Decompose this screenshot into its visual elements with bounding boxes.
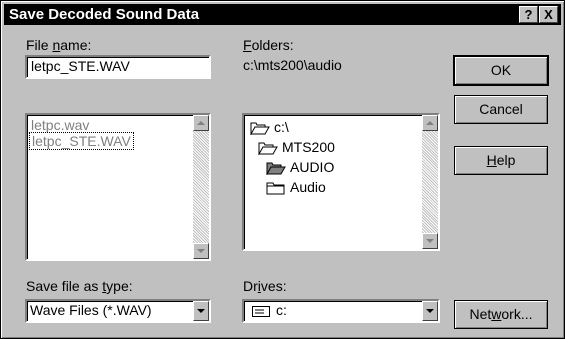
cancel-button[interactable]: Cancel — [454, 95, 548, 124]
folder-tree[interactable]: c:\ MTS200 AUDIO Audio — [242, 113, 440, 251]
folder-item-audio-sub[interactable]: Audio — [266, 179, 326, 195]
scroll-up-button[interactable] — [193, 115, 209, 131]
save-dialog: Save Decoded Sound Data ? X File name: l… — [0, 0, 565, 339]
closed-folder-icon — [266, 182, 285, 195]
current-folder-path: c:\mts200\audio — [243, 57, 342, 73]
folder-tree-scrollbar[interactable] — [422, 115, 438, 249]
close-button[interactable]: X — [539, 6, 558, 23]
folder-item-mts200[interactable]: MTS200 — [258, 139, 335, 156]
folder-item-root[interactable]: c:\ — [250, 119, 289, 136]
folders-label: Folders: — [243, 37, 294, 53]
open-folder-icon — [258, 142, 278, 156]
arrow-up-icon — [426, 121, 434, 125]
open-folder-icon — [250, 122, 270, 136]
save-type-value: Wave Files (*.WAV) — [30, 302, 152, 318]
file-list-scrollbar[interactable] — [193, 115, 209, 259]
filename-value: letpc_STE.WAV — [31, 58, 130, 74]
arrow-up-icon — [197, 121, 205, 125]
dialog-title: Save Decoded Sound Data — [9, 6, 200, 23]
help-glyph: ? — [524, 7, 533, 22]
help-title-button[interactable]: ? — [519, 6, 538, 23]
file-list-item-selected[interactable]: letpc_STE.WAV — [29, 132, 134, 150]
filename-label: File name: — [26, 37, 92, 53]
save-type-dropdown-button[interactable] — [193, 301, 209, 321]
title-bar: Save Decoded Sound Data ? X — [4, 4, 561, 25]
arrow-down-icon — [197, 249, 205, 253]
save-type-select[interactable]: Wave Files (*.WAV) — [25, 299, 211, 323]
network-button[interactable]: Network... — [454, 300, 548, 329]
filename-input[interactable]: letpc_STE.WAV — [25, 55, 211, 79]
ok-button[interactable]: OK — [453, 55, 549, 86]
scroll-up-button[interactable] — [422, 115, 438, 131]
chevron-down-icon — [197, 309, 205, 313]
open-folder-selected-icon — [266, 162, 286, 176]
file-list[interactable]: letpc.wav letpc_STE.WAV — [25, 113, 211, 261]
arrow-down-icon — [426, 239, 434, 243]
drive-icon — [252, 306, 270, 317]
drive-value: c: — [276, 302, 287, 318]
file-list-item[interactable]: letpc.wav — [31, 117, 89, 133]
drives-dropdown-button[interactable] — [422, 301, 438, 321]
folder-item-audio-current[interactable]: AUDIO — [266, 159, 334, 176]
help-button[interactable]: Help — [454, 146, 548, 175]
drives-select[interactable]: c: — [242, 299, 440, 323]
scroll-down-button[interactable] — [193, 243, 209, 259]
scroll-down-button[interactable] — [422, 233, 438, 249]
save-type-label: Save file as type: — [26, 278, 133, 294]
chevron-down-icon — [426, 309, 434, 313]
drives-label: Drives: — [243, 278, 287, 294]
close-icon: X — [544, 7, 553, 22]
